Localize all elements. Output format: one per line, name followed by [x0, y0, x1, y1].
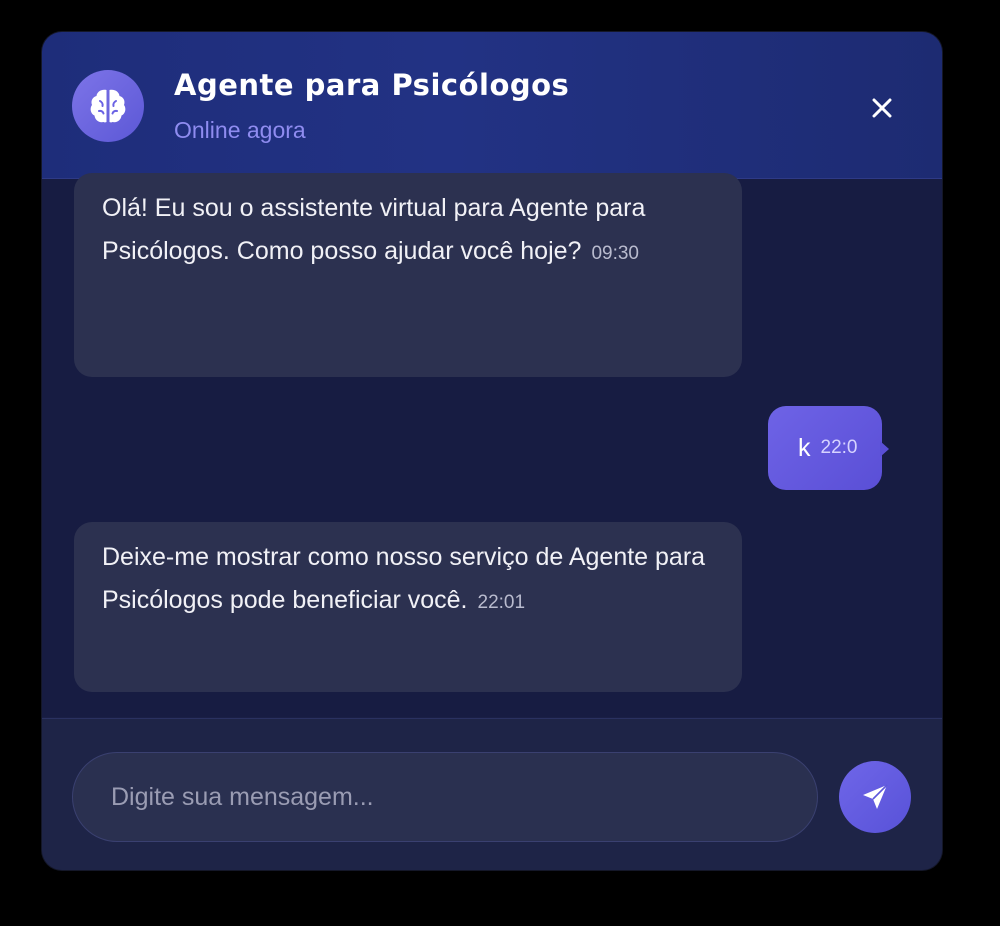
chat-window: Agente para Psicólogos Online agora Olá!… [42, 32, 942, 870]
status-text: Online agora [174, 117, 306, 143]
message-list[interactable]: Olá! Eu sou o assistente virtual para Ag… [42, 173, 942, 717]
avatar [72, 70, 144, 142]
bot-message: Olá! Eu sou o assistente virtual para Ag… [74, 173, 742, 377]
brain-icon [88, 87, 128, 125]
user-bubble-tail [880, 441, 889, 457]
chat-title: Agente para Psicólogos [174, 68, 570, 102]
message-text: Deixe-me mostrar como nosso serviço de A… [102, 543, 706, 614]
chat-header: Agente para Psicólogos Online agora [42, 32, 942, 179]
close-button[interactable] [860, 86, 904, 130]
message-text: Olá! Eu sou o assistente virtual para Ag… [102, 194, 646, 265]
send-button[interactable] [839, 761, 911, 833]
close-icon [871, 97, 893, 119]
send-icon [860, 782, 890, 812]
message-input[interactable] [72, 752, 818, 842]
message-timestamp: 22:0 [820, 437, 858, 458]
composer-bar [42, 718, 942, 870]
bot-message: Deixe-me mostrar como nosso serviço de A… [74, 522, 742, 692]
message-text: k [798, 433, 811, 462]
user-message: k 22:0 [768, 406, 882, 490]
message-timestamp: 09:30 [591, 243, 639, 264]
message-timestamp: 22:01 [477, 592, 526, 613]
